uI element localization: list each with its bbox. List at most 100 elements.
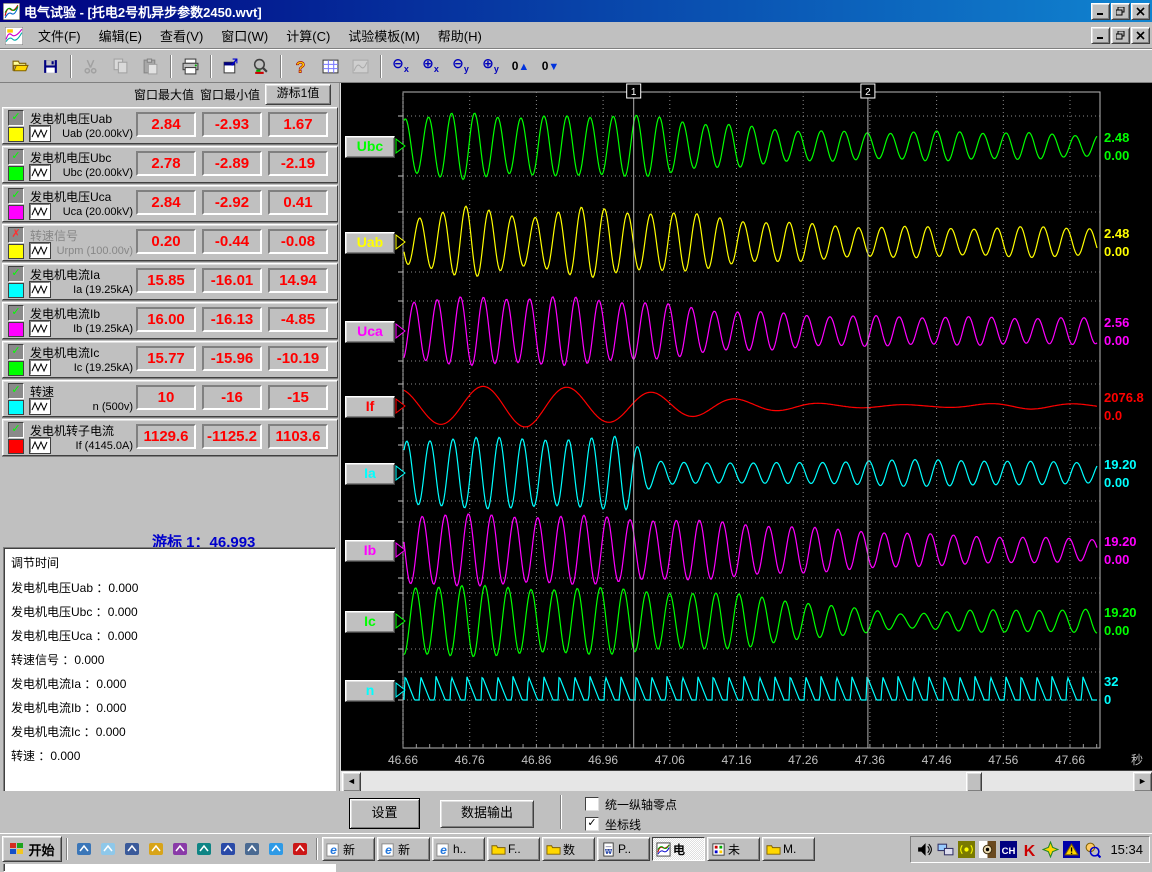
menu-item-3[interactable]: 窗口(W) bbox=[212, 22, 277, 49]
channel-enable-checkbox[interactable]: ✓ bbox=[8, 305, 24, 321]
quick-launch-movie-maker[interactable] bbox=[242, 839, 262, 859]
waveform-style-button[interactable] bbox=[30, 360, 50, 375]
tray-warning-icon[interactable] bbox=[1062, 840, 1081, 858]
data-export-button[interactable]: 数据输出 bbox=[440, 800, 534, 828]
channel-enable-checkbox[interactable]: ✓ bbox=[8, 110, 24, 126]
adjust-value: 0.000 bbox=[96, 701, 126, 715]
plot-channel-button-Uab[interactable]: Uab bbox=[345, 232, 395, 254]
grid-lines-checkbox[interactable]: ✓ bbox=[585, 817, 599, 831]
cursor1-value-button[interactable]: 游标1值 bbox=[265, 84, 331, 105]
plot-channel-button-Ubc[interactable]: Ubc bbox=[345, 136, 395, 158]
waveform-style-button[interactable] bbox=[30, 282, 50, 297]
unify-zero-checkbox[interactable] bbox=[585, 797, 599, 811]
cut-icon bbox=[82, 58, 99, 75]
waveform-style-button[interactable] bbox=[30, 126, 50, 141]
adjust-value: 0.000 bbox=[50, 749, 80, 763]
taskbar-window-6[interactable]: 电 bbox=[652, 837, 705, 861]
taskbar-window-5[interactable]: WP.. bbox=[597, 837, 650, 861]
app-icon bbox=[3, 3, 20, 19]
waveform-style-button[interactable] bbox=[30, 321, 50, 336]
taskbar-window-label: 新 bbox=[343, 841, 355, 858]
plot-channel-button-Ib[interactable]: Ib bbox=[345, 540, 395, 562]
channel-enable-checkbox[interactable]: ✓ bbox=[8, 422, 24, 438]
scroll-left-button[interactable]: ◄ bbox=[342, 772, 361, 792]
zoom-in-x-button[interactable]: ⊕x bbox=[416, 53, 445, 80]
plot-channel-button-Ia[interactable]: Ia bbox=[345, 463, 395, 485]
close-button[interactable] bbox=[1131, 3, 1150, 20]
quick-launch-notepad[interactable] bbox=[98, 839, 118, 859]
quick-launch-show-desktop[interactable] bbox=[74, 839, 94, 859]
menu-item-5[interactable]: 试验模板(M) bbox=[339, 22, 429, 49]
doc-minimize-button[interactable] bbox=[1091, 27, 1110, 44]
quick-launch-messenger[interactable] bbox=[170, 839, 190, 859]
scroll-thumb[interactable] bbox=[966, 772, 982, 792]
tray-input-eye-icon[interactable] bbox=[978, 840, 997, 858]
menu-item-0[interactable]: 文件(F) bbox=[29, 22, 90, 49]
waveform-plot[interactable]: 46.6646.7646.8646.9647.0647.1647.2647.36… bbox=[341, 83, 1152, 770]
zero-down-button[interactable]: 0▼ bbox=[536, 53, 565, 80]
tray-magnifier-user-icon[interactable] bbox=[1083, 840, 1102, 858]
menu-item-2[interactable]: 查看(V) bbox=[151, 22, 212, 49]
channel-enable-checkbox[interactable]: ✗ bbox=[8, 227, 24, 243]
plot-channel-button-Uca[interactable]: Uca bbox=[345, 321, 395, 343]
zero-up-button[interactable]: 0▲ bbox=[506, 53, 535, 80]
tray-volume-icon[interactable] bbox=[915, 840, 934, 858]
taskbar-window-0[interactable]: e新 bbox=[322, 837, 375, 861]
tray-kingsoft-icon[interactable]: K bbox=[1020, 840, 1039, 858]
doc-restore-button[interactable] bbox=[1111, 27, 1130, 44]
zoom-out-x-button[interactable]: ⊖x bbox=[386, 53, 415, 80]
tray-signal-icon[interactable] bbox=[957, 840, 976, 858]
waveform-style-button[interactable] bbox=[30, 399, 50, 414]
quick-launch-app-red[interactable] bbox=[290, 839, 310, 859]
plot-horizontal-scrollbar[interactable]: ◄ ► bbox=[341, 770, 1152, 791]
doc-close-button[interactable] bbox=[1131, 27, 1150, 44]
quick-launch-internet-explorer[interactable] bbox=[266, 839, 286, 859]
start-button[interactable]: 开始 bbox=[2, 836, 62, 862]
plot-channel-button-Ic[interactable]: Ic bbox=[345, 611, 395, 633]
taskbar-window-4[interactable]: 数 bbox=[542, 837, 595, 861]
menu-item-6[interactable]: 帮助(H) bbox=[429, 22, 491, 49]
quick-launch-word[interactable] bbox=[218, 839, 238, 859]
svg-text:CH: CH bbox=[1002, 845, 1016, 856]
properties-button[interactable] bbox=[216, 53, 245, 80]
channel-color-swatch bbox=[8, 400, 24, 415]
print-button[interactable] bbox=[176, 53, 205, 80]
zoom-out-y-button[interactable]: ⊖y bbox=[446, 53, 475, 80]
save-button[interactable] bbox=[36, 53, 65, 80]
quick-launch-network-setup[interactable] bbox=[122, 839, 142, 859]
cursor1-value: -0.08 bbox=[268, 229, 328, 254]
settings-button[interactable]: 设置 bbox=[349, 798, 420, 829]
open-button[interactable] bbox=[6, 53, 35, 80]
taskbar-window-7[interactable]: 未 bbox=[707, 837, 760, 861]
taskbar-window-1[interactable]: e新 bbox=[377, 837, 430, 861]
restore-button[interactable] bbox=[1111, 3, 1130, 20]
taskbar-window-3[interactable]: F.. bbox=[487, 837, 540, 861]
quick-launch-console[interactable] bbox=[194, 839, 214, 859]
zoom-tool-button[interactable] bbox=[246, 53, 275, 80]
minimize-button[interactable] bbox=[1091, 3, 1110, 20]
waveform-style-button[interactable] bbox=[30, 165, 50, 180]
channel-enable-checkbox[interactable]: ✓ bbox=[8, 149, 24, 165]
channel-enable-checkbox[interactable]: ✓ bbox=[8, 266, 24, 282]
waveform-style-button[interactable] bbox=[30, 438, 50, 453]
taskbar-window-label: 数 bbox=[563, 841, 575, 858]
tray-star-icon[interactable] bbox=[1041, 840, 1060, 858]
menu-item-1[interactable]: 编辑(E) bbox=[90, 22, 151, 49]
taskbar-window-2[interactable]: eh.. bbox=[432, 837, 485, 861]
scroll-right-button[interactable]: ► bbox=[1133, 772, 1152, 792]
plot-channel-button-n[interactable]: n bbox=[345, 680, 395, 702]
help-button[interactable]: ? bbox=[286, 53, 315, 80]
channel-enable-checkbox[interactable]: ✓ bbox=[8, 344, 24, 360]
tray-chinese-input-icon[interactable]: CH bbox=[999, 840, 1018, 858]
tray-network-icon[interactable] bbox=[936, 840, 955, 858]
channel-enable-checkbox[interactable]: ✓ bbox=[8, 188, 24, 204]
plot-channel-button-If[interactable]: If bbox=[345, 396, 395, 418]
zoom-in-y-button[interactable]: ⊕y bbox=[476, 53, 505, 80]
waveform-style-button[interactable] bbox=[30, 204, 50, 219]
waveform-style-button[interactable] bbox=[30, 243, 50, 258]
table-button[interactable] bbox=[316, 53, 345, 80]
quick-launch-media-player[interactable] bbox=[146, 839, 166, 859]
menu-item-4[interactable]: 计算(C) bbox=[277, 22, 339, 49]
channel-enable-checkbox[interactable]: ✓ bbox=[8, 383, 24, 399]
taskbar-window-8[interactable]: M. bbox=[762, 837, 815, 861]
